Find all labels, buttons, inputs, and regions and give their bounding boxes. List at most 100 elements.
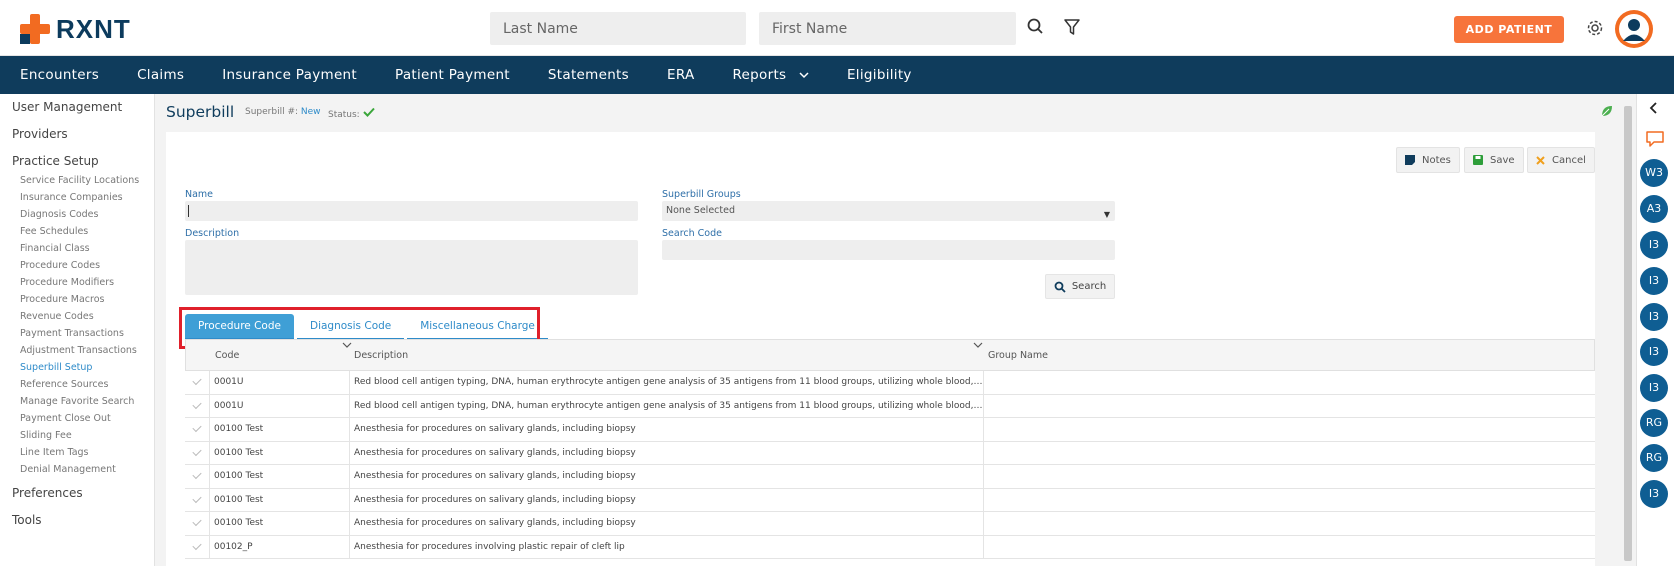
notes-button[interactable]: Notes [1396,147,1460,173]
rail-badge[interactable]: RG [1640,444,1668,472]
cell-group-name [983,512,1595,535]
nav-encounters[interactable]: Encounters [0,56,118,94]
nav-patient-payment[interactable]: Patient Payment [376,56,529,94]
rail-badge[interactable]: RG [1640,409,1668,437]
sidebar-item-denial-management[interactable]: Denial Management [20,464,116,475]
table-row[interactable]: 0001U Red blood cell antigen typing, DNA… [185,394,1595,418]
table-row[interactable]: 00102_P Anesthesia for procedures involv… [185,535,1595,559]
table-row[interactable]: 00100 Test Anesthesia for procedures on … [185,441,1595,465]
sidebar-preferences[interactable]: Preferences [12,486,83,500]
save-button[interactable]: Save [1464,147,1524,173]
add-patient-button[interactable]: ADD PATIENT [1454,16,1564,43]
sidebar-item-procedure-codes[interactable]: Procedure Codes [20,260,100,271]
sidebar-item-procedure-macros[interactable]: Procedure Macros [20,294,104,305]
row-check-icon[interactable] [192,540,202,550]
search-button[interactable]: Search [1045,274,1115,299]
save-icon [1473,155,1483,165]
sidebar-item-payment-close-out[interactable]: Payment Close Out [20,413,111,424]
sidebar-item-superbill-setup[interactable]: Superbill Setup [20,362,92,373]
user-avatar[interactable] [1615,10,1653,48]
search-code-input[interactable] [662,240,1115,260]
rxnt-logo[interactable]: RXNT [20,14,131,44]
sidebar-providers[interactable]: Providers [12,127,68,141]
column-group-name[interactable]: Group Name [988,350,1048,361]
chat-icon[interactable] [1645,130,1665,148]
row-check-icon[interactable] [192,446,202,456]
notes-label: Notes [1422,154,1451,166]
rail-badge[interactable]: I3 [1640,480,1668,508]
cell-description: Anesthesia for procedures on salivary gl… [349,418,983,441]
cell-code: 00100 Test [209,418,349,441]
nav-insurance-payment[interactable]: Insurance Payment [203,56,376,94]
sidebar-item-adjustment-transactions[interactable]: Adjustment Transactions [20,345,137,356]
main-scrollbar[interactable] [1622,94,1634,566]
rail-badge[interactable]: I3 [1640,338,1668,366]
row-check-icon[interactable] [192,469,202,480]
text-cursor [188,205,189,217]
sidebar-user-management[interactable]: User Management [12,100,122,114]
filter-icon[interactable] [1061,16,1083,38]
scrollbar-thumb[interactable] [1624,106,1632,561]
sidebar-item-financial-class[interactable]: Financial Class [20,243,90,254]
last-name-input[interactable] [490,12,746,45]
nav-era[interactable]: ERA [648,56,714,94]
sidebar-item-revenue-codes[interactable]: Revenue Codes [20,311,94,322]
sidebar-item-insurance-companies[interactable]: Insurance Companies [20,192,123,203]
row-check-icon[interactable] [192,375,202,386]
rail-badge[interactable]: I3 [1640,303,1668,331]
description-label: Description [185,228,240,239]
table-row[interactable]: 00100 Test Anesthesia for procedures on … [185,418,1595,442]
row-check-icon[interactable] [192,493,202,503]
sidebar-practice-setup[interactable]: Practice Setup [12,154,99,168]
cancel-label: Cancel [1552,154,1586,166]
rail-badge[interactable]: I3 [1640,374,1668,402]
sidebar-item-procedure-modifiers[interactable]: Procedure Modifiers [20,277,114,288]
cell-description: Anesthesia for procedures involving plas… [349,535,983,558]
table-row[interactable]: 00100 Test Anesthesia for procedures on … [185,512,1595,536]
first-name-input[interactable] [759,12,1016,45]
nav-statements[interactable]: Statements [529,56,648,94]
sidebar-item-diagnosis-codes[interactable]: Diagnosis Codes [20,209,98,220]
search-button-label: Search [1071,281,1107,292]
sidebar-item-payment-transactions[interactable]: Payment Transactions [20,328,124,339]
sort-chevron-icon[interactable] [973,342,983,349]
rail-badge[interactable]: I3 [1640,231,1668,259]
table-row[interactable]: 0001U Red blood cell antigen typing, DNA… [185,371,1595,395]
collapse-chevron-icon[interactable] [1649,102,1659,114]
sidebar-item-line-item-tags[interactable]: Line Item Tags [20,447,89,458]
table-row[interactable]: 00100 Test Anesthesia for procedures on … [185,488,1595,512]
row-check-icon[interactable] [192,516,202,527]
nav-claims[interactable]: Claims [118,56,203,94]
gear-icon[interactable] [1584,17,1606,39]
rail-badge[interactable]: W3 [1640,159,1668,187]
user-icon [1619,14,1649,44]
sidebar-item-fee-schedules[interactable]: Fee Schedules [20,226,88,237]
description-input[interactable] [185,240,638,295]
rail-badge[interactable]: I3 [1640,267,1668,295]
row-check-icon[interactable] [192,399,202,409]
sidebar-tools[interactable]: Tools [12,513,42,527]
leaf-icon[interactable] [1600,104,1614,118]
sort-chevron-icon[interactable] [342,342,352,349]
column-description[interactable]: Description [354,350,408,361]
superbill-number: Superbill #: New [245,107,321,117]
nav-reports[interactable]: Reports [713,56,827,94]
rail-badge[interactable]: A3 [1640,195,1668,223]
sidebar-item-reference-sources[interactable]: Reference Sources [20,379,108,390]
sidebar-item-service-facility-locations[interactable]: Service Facility Locations [20,175,139,186]
nav-eligibility[interactable]: Eligibility [828,56,931,94]
sidebar-item-manage-favorite-search[interactable]: Manage Favorite Search [20,396,134,407]
rxnt-cross-icon [20,14,50,44]
cell-code: 00102_P [209,535,349,558]
search-icon[interactable] [1025,16,1047,38]
column-code[interactable]: Code [215,350,239,361]
sidebar-item-sliding-fee[interactable]: Sliding Fee [20,430,72,441]
cell-group-name [983,441,1595,464]
row-check-icon[interactable] [192,422,202,433]
cancel-button[interactable]: Cancel [1527,147,1595,173]
superbill-groups-select[interactable]: None Selected ▼ [662,201,1115,221]
superbill-groups-value: None Selected [666,205,735,216]
name-input[interactable] [185,201,638,221]
table-row[interactable]: 00100 Test Anesthesia for procedures on … [185,465,1595,489]
caret-down-icon: ▼ [1103,210,1110,219]
